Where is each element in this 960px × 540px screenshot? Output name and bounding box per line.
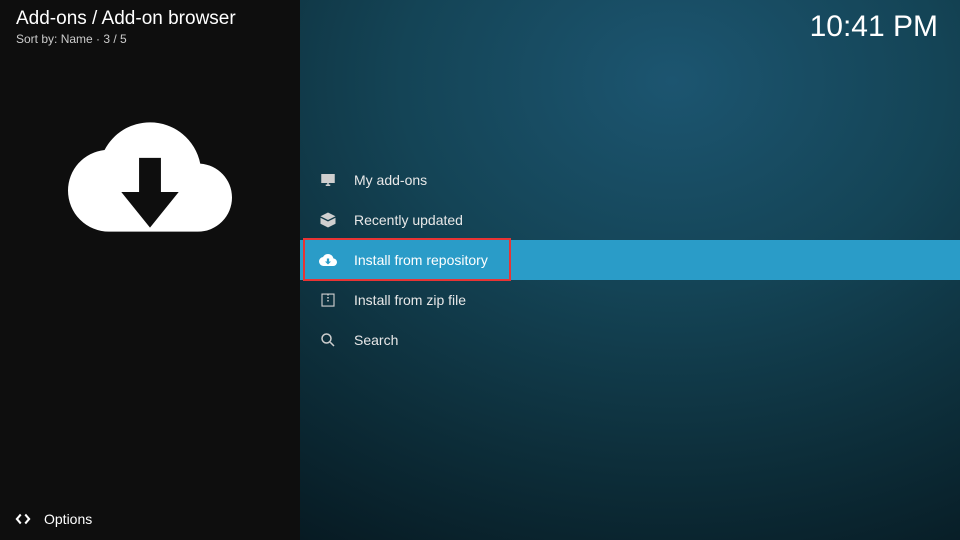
header: Add-ons / Add-on browser Sort by: Name ·…	[16, 8, 236, 46]
search-icon	[318, 330, 338, 350]
menu-item-label: Search	[354, 332, 398, 348]
sidebar: Add-ons / Add-on browser Sort by: Name ·…	[0, 0, 300, 540]
options-icon[interactable]	[14, 510, 32, 528]
menu-item-install-from-repository[interactable]: Install from repository	[300, 240, 960, 280]
menu-list: My add-ons Recently updated Install from…	[300, 160, 960, 360]
menu-item-label: Install from zip file	[354, 292, 466, 308]
monitor-icon	[318, 170, 338, 190]
menu-item-search[interactable]: Search	[300, 320, 960, 360]
footer: Options	[14, 510, 92, 528]
sort-sep: ·	[93, 32, 104, 46]
breadcrumb: Add-ons / Add-on browser	[16, 8, 236, 30]
menu-item-label: My add-ons	[354, 172, 427, 188]
menu-item-install-from-zip[interactable]: Install from zip file	[300, 280, 960, 320]
menu-item-recently-updated[interactable]: Recently updated	[300, 200, 960, 240]
sort-field: Name	[61, 32, 93, 46]
zip-icon	[318, 290, 338, 310]
menu-item-my-addons[interactable]: My add-ons	[300, 160, 960, 200]
app-window: Add-ons / Add-on browser Sort by: Name ·…	[0, 0, 960, 540]
box-open-icon	[318, 210, 338, 230]
options-label[interactable]: Options	[44, 511, 92, 527]
sort-count: 3 / 5	[103, 32, 126, 46]
clock: 10:41 PM	[810, 10, 938, 44]
main-panel: 10:41 PM My add-ons Recently updated Ins…	[300, 0, 960, 540]
sort-info: Sort by: Name · 3 / 5	[16, 32, 236, 46]
sort-prefix: Sort by:	[16, 32, 61, 46]
cloud-download-large-icon	[68, 95, 232, 259]
menu-item-label: Install from repository	[354, 252, 488, 268]
cloud-download-icon	[318, 250, 338, 270]
menu-item-label: Recently updated	[354, 212, 463, 228]
